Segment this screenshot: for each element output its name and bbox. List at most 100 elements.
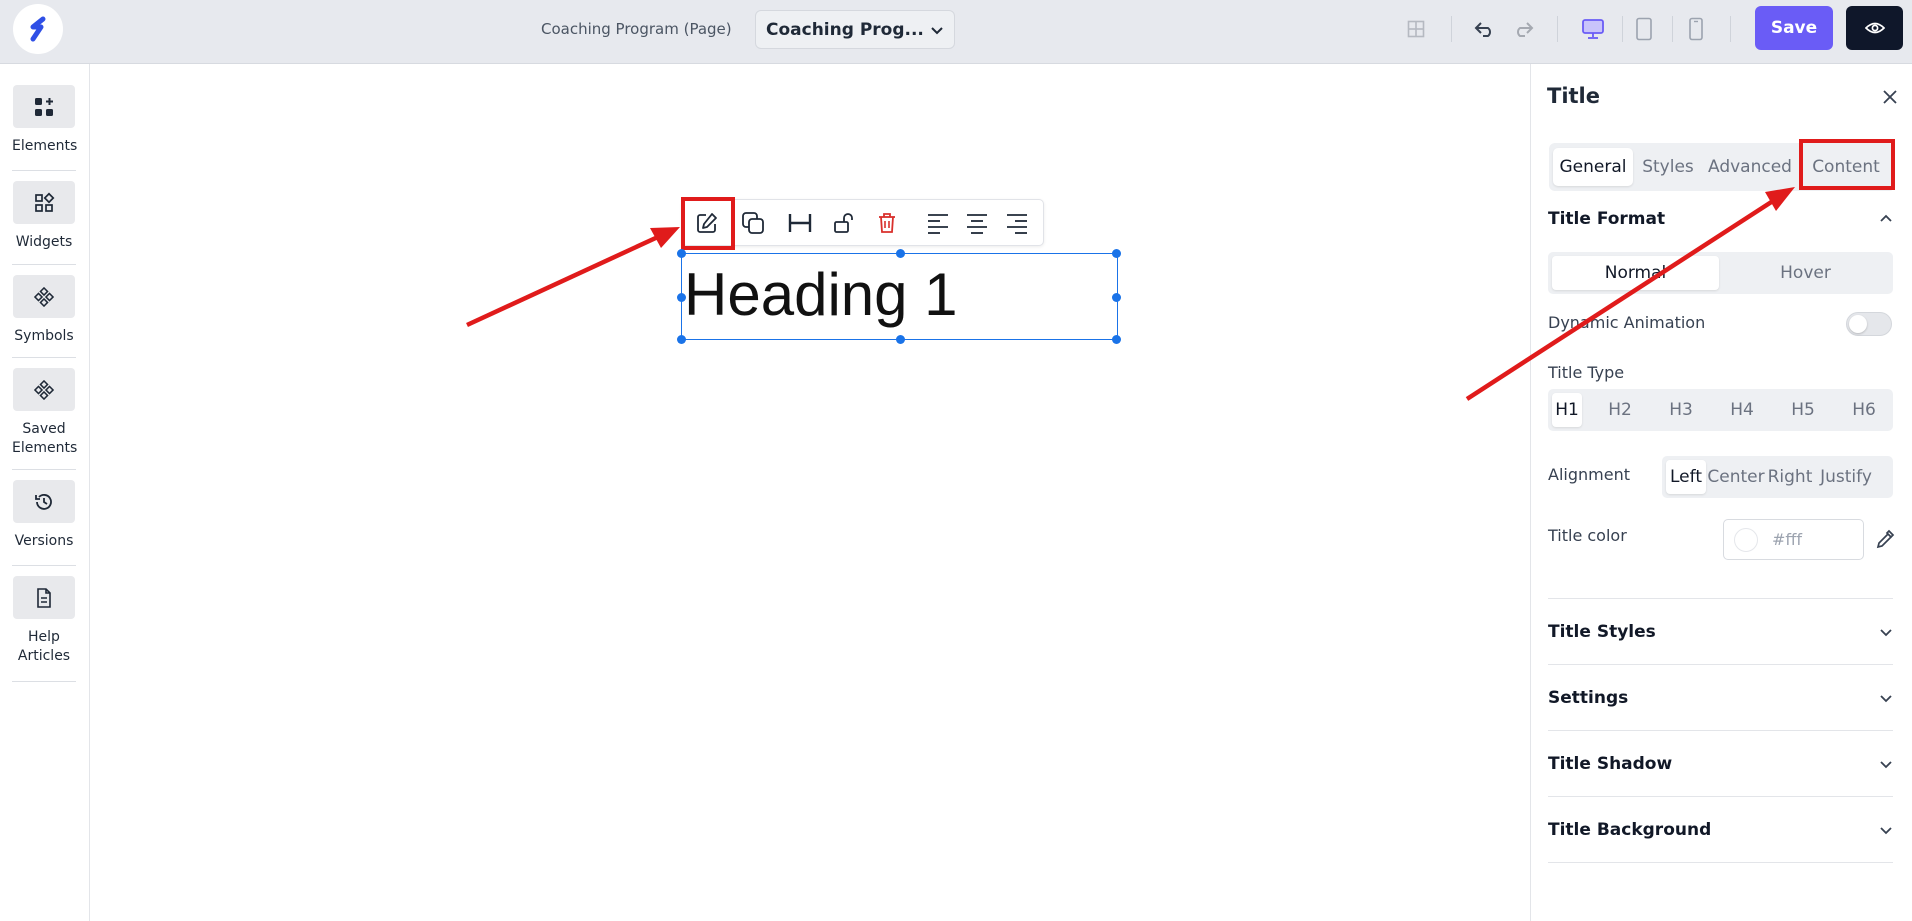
alignment-center[interactable]: Center: [1707, 460, 1765, 494]
redo-icon[interactable]: [1509, 14, 1539, 44]
panel-title: Title: [1547, 84, 1601, 108]
section-title-background[interactable]: Title Background: [1548, 820, 1893, 840]
section-title: Title Shadow: [1548, 754, 1673, 774]
title-color-label: Title color: [1548, 526, 1627, 545]
chevron-down-icon: [1880, 761, 1892, 769]
widgets-icon: [13, 181, 75, 224]
title-type-h2[interactable]: H2: [1598, 393, 1642, 427]
title-type-h6[interactable]: H6: [1842, 393, 1886, 427]
section-title: Title Background: [1548, 820, 1712, 840]
page-select[interactable]: Coaching Prog...: [755, 10, 955, 49]
state-selector: Normal Hover: [1548, 252, 1893, 294]
tab-general[interactable]: General: [1553, 148, 1633, 186]
section-title-format[interactable]: Title Format: [1548, 209, 1893, 229]
align-left-icon[interactable]: [923, 208, 953, 238]
heading-element[interactable]: Heading 1: [677, 249, 1121, 344]
sidebar-item-symbols[interactable]: Symbols: [12, 275, 76, 346]
dynamic-animation-toggle[interactable]: [1846, 312, 1892, 336]
history-icon: [13, 480, 75, 523]
title-type-h5[interactable]: H5: [1781, 393, 1825, 427]
resize-handle[interactable]: [1112, 249, 1121, 258]
content-tab-highlight: [1799, 139, 1895, 190]
sidebar-divider: [12, 469, 76, 470]
top-bar: Coaching Program (Page) Coaching Prog...…: [0, 0, 1912, 64]
full-width-icon[interactable]: [785, 208, 815, 238]
toggle-knob: [1849, 315, 1867, 333]
undo-icon[interactable]: [1469, 14, 1499, 44]
chevron-down-icon: [1880, 827, 1892, 835]
title-type-h1[interactable]: H1: [1552, 393, 1582, 427]
left-sidebar: Elements Widgets Symbols Saved Elements …: [0, 64, 90, 921]
app-logo[interactable]: [13, 4, 63, 54]
section-divider: [1548, 796, 1893, 797]
resize-handle[interactable]: [677, 249, 686, 258]
chevron-down-icon: [1880, 629, 1892, 637]
align-right-icon[interactable]: [1002, 208, 1032, 238]
sidebar-item-help-articles[interactable]: Help Articles: [12, 576, 76, 666]
logo-icon: [30, 16, 46, 42]
document-icon: [13, 576, 75, 619]
sidebar-item-saved-elements[interactable]: Saved Elements: [12, 368, 78, 458]
title-type-h4[interactable]: H4: [1720, 393, 1764, 427]
toolbar-separator: [1451, 16, 1452, 42]
section-divider: [1548, 664, 1893, 665]
section-divider: [1548, 598, 1893, 599]
sidebar-item-label: Symbols: [14, 328, 74, 344]
alignment-left[interactable]: Left: [1666, 460, 1706, 494]
section-title-shadow[interactable]: Title Shadow: [1548, 754, 1893, 774]
color-swatch[interactable]: [1734, 527, 1758, 552]
sidebar-item-versions[interactable]: Versions: [12, 480, 76, 551]
sidebar-item-widgets[interactable]: Widgets: [12, 181, 76, 252]
duplicate-icon[interactable]: [738, 208, 768, 238]
sidebar-item-label: Elements: [12, 138, 78, 154]
preview-button[interactable]: [1846, 6, 1903, 50]
section-title-styles[interactable]: Title Styles: [1548, 622, 1893, 642]
desktop-view-icon[interactable]: [1578, 14, 1608, 44]
alignment-label: Alignment: [1548, 465, 1630, 484]
state-hover[interactable]: Hover: [1722, 256, 1889, 290]
eyedropper-icon[interactable]: [1874, 528, 1896, 550]
saved-elements-icon: [13, 368, 75, 411]
section-title: Title Format: [1548, 209, 1666, 229]
page-label: Coaching Program (Page): [541, 20, 732, 38]
sidebar-item-label: Saved Elements: [12, 421, 78, 456]
align-center-icon[interactable]: [962, 208, 992, 238]
state-normal[interactable]: Normal: [1552, 256, 1719, 290]
sidebar-item-label: Help Articles: [17, 629, 71, 664]
heading-text: Heading 1: [684, 261, 958, 328]
mobile-view-icon[interactable]: [1681, 14, 1711, 44]
alignment-justify[interactable]: Justify: [1816, 460, 1876, 494]
sidebar-item-label: Versions: [14, 533, 74, 549]
chevron-down-icon: [931, 26, 943, 34]
title-color-input[interactable]: #fff: [1723, 519, 1864, 560]
sidebar-item-elements[interactable]: Elements: [12, 85, 78, 156]
sidebar-item-label: Widgets: [15, 234, 73, 250]
resize-handle[interactable]: [677, 293, 686, 302]
toolbar-separator: [1730, 16, 1731, 42]
title-type-h3[interactable]: H3: [1659, 393, 1703, 427]
section-title: Title Styles: [1548, 622, 1656, 642]
resize-handle[interactable]: [1112, 293, 1121, 302]
resize-handle[interactable]: [896, 249, 905, 258]
dynamic-animation-label: Dynamic Animation: [1548, 313, 1706, 332]
resize-handle[interactable]: [677, 335, 686, 344]
section-settings[interactable]: Settings: [1548, 688, 1893, 708]
tablet-view-icon[interactable]: [1629, 14, 1659, 44]
tab-styles[interactable]: Styles: [1633, 148, 1703, 186]
edit-button-highlight: [681, 197, 735, 250]
title-type-label: Title Type: [1548, 363, 1625, 382]
chevron-up-icon: [1880, 214, 1892, 222]
resize-handle[interactable]: [1112, 335, 1121, 344]
chevron-down-icon: [1880, 695, 1892, 703]
alignment-right[interactable]: Right: [1767, 460, 1813, 494]
unlock-icon[interactable]: [829, 208, 859, 238]
delete-icon[interactable]: [872, 208, 902, 238]
tab-advanced[interactable]: Advanced: [1703, 148, 1797, 186]
close-icon[interactable]: [1879, 86, 1901, 108]
resize-handle[interactable]: [896, 335, 905, 344]
save-button[interactable]: Save: [1755, 6, 1833, 50]
sidebar-divider: [12, 170, 76, 171]
properties-panel: Title General Styles Advanced Content Ti…: [1530, 64, 1912, 921]
editor-canvas[interactable]: [91, 64, 1531, 921]
layout-grid-icon[interactable]: [1401, 14, 1431, 44]
